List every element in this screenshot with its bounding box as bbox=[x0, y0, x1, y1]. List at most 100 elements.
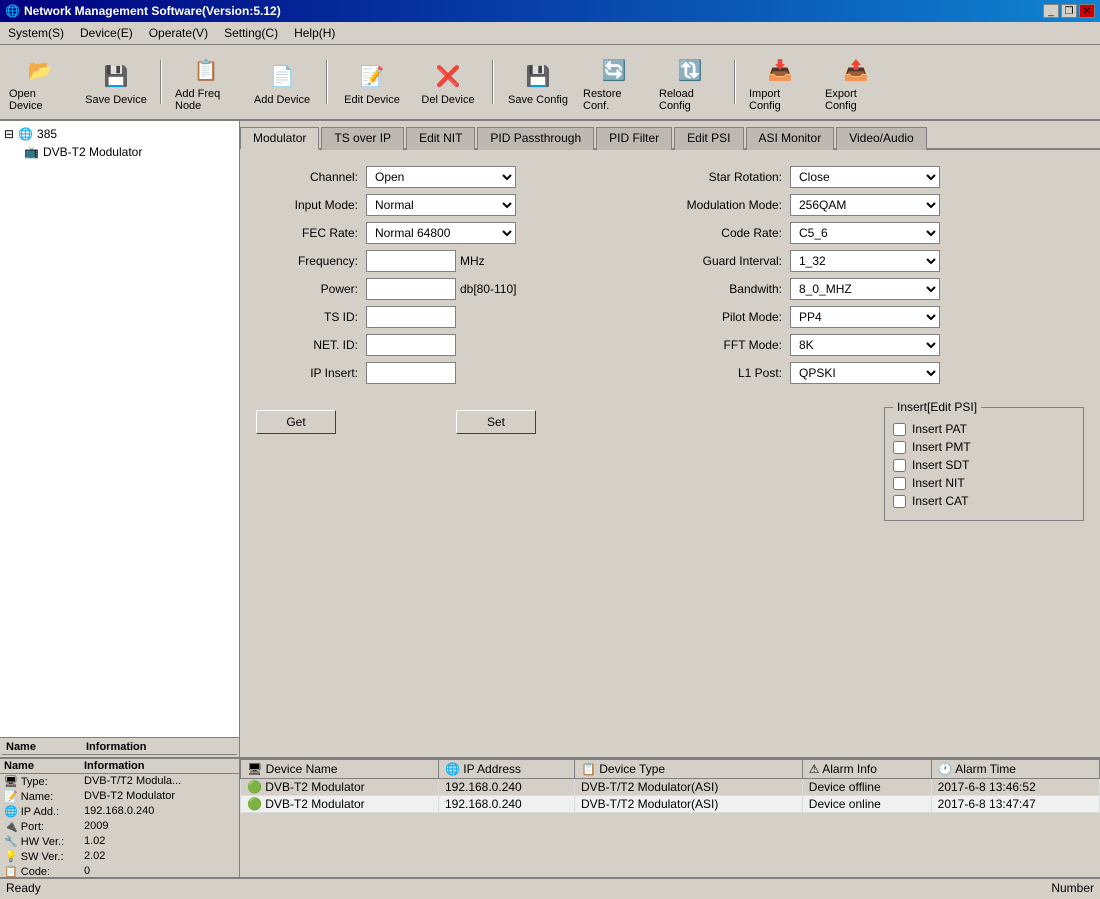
power-label: Power: bbox=[256, 282, 366, 296]
input-mode-select[interactable]: Normal External bbox=[366, 194, 516, 216]
alarm-device-0: 🟢 DVB-T2 Modulator bbox=[241, 779, 439, 796]
window-controls: _ ❐ ✕ bbox=[1043, 4, 1095, 18]
power-input[interactable]: 110.0 bbox=[366, 278, 456, 300]
code-rate-select[interactable]: C1_2 C3_5 C2_3 C3_4 C4_5 C5_6 bbox=[790, 222, 940, 244]
tree-root-label: 385 bbox=[37, 127, 57, 141]
insert-sdt-checkbox[interactable] bbox=[893, 459, 906, 472]
toolbar-separator-6 bbox=[492, 60, 494, 104]
channel-select[interactable]: Open Close bbox=[366, 166, 516, 188]
ip-insert-row: IP Insert: 2010 bbox=[256, 362, 660, 384]
menu-item-operatev[interactable]: Operate(V) bbox=[141, 24, 216, 42]
toolbar-btn-save-config[interactable]: 💾Save Config bbox=[504, 55, 572, 109]
tab-videoaudio[interactable]: Video/Audio bbox=[836, 127, 927, 150]
toolbar-btn-del-device[interactable]: ❌Del Device bbox=[414, 55, 482, 109]
tab-edit-psi[interactable]: Edit PSI bbox=[674, 127, 743, 150]
info-row-6: 📋 Code:0 bbox=[0, 864, 239, 877]
tab-edit-nit[interactable]: Edit NIT bbox=[406, 127, 475, 150]
set-button[interactable]: Set bbox=[456, 410, 536, 434]
toolbar-btn-export-config[interactable]: 📤Export Config bbox=[822, 49, 890, 115]
toolbar-btn-import-config[interactable]: 📥Import Config bbox=[746, 49, 814, 115]
alarm-time-1: 2017-6-8 13:47:47 bbox=[931, 796, 1099, 813]
ts-id-label: TS ID: bbox=[256, 310, 366, 324]
bandwith-select[interactable]: 8_0_MHZ 7_0_MHZ 6_0_MHZ bbox=[790, 278, 940, 300]
main-layout: ⊟ 🌐 385 📺 DVB-T2 Modulator Name Informat… bbox=[0, 121, 1100, 757]
toolbar-btn-reload-config[interactable]: 🔃Reload Config bbox=[656, 49, 724, 115]
toolbar-btn-restore-conf[interactable]: 🔄Restore Conf. bbox=[580, 49, 648, 115]
tree-root[interactable]: ⊟ 🌐 385 bbox=[4, 125, 235, 143]
tab-pid-filter[interactable]: PID Filter bbox=[596, 127, 672, 150]
toolbar-btn-save-device[interactable]: 💾Save Device bbox=[82, 55, 150, 109]
toolbar-btn-add-device[interactable]: 📄Add Device bbox=[248, 55, 316, 109]
net-id-row: NET. ID: 0 bbox=[256, 334, 660, 356]
alarm-ip-0: 192.168.0.240 bbox=[438, 779, 574, 796]
alarm-type-0: DVB-T/T2 Modulator(ASI) bbox=[574, 779, 802, 796]
sidebar: ⊟ 🌐 385 📺 DVB-T2 Modulator Name Informat… bbox=[0, 121, 240, 757]
frequency-input[interactable]: 786.000 bbox=[366, 250, 456, 272]
tab-modulator[interactable]: Modulator bbox=[240, 127, 319, 150]
fft-mode-select[interactable]: 2K4K 8K16K32K bbox=[790, 334, 940, 356]
power-control: 110.0 db[80-110] bbox=[366, 278, 660, 300]
save-config-icon: 💾 bbox=[520, 58, 556, 94]
tree-child-dvbt2[interactable]: 📺 DVB-T2 Modulator bbox=[4, 143, 235, 161]
star-rotation-select[interactable]: Close Open bbox=[790, 166, 940, 188]
toolbar-btn-edit-device[interactable]: 📝Edit Device bbox=[338, 55, 406, 109]
ip-insert-input[interactable]: 2010 bbox=[366, 362, 456, 384]
modulation-mode-select[interactable]: 256QAM 64QAM 16QAM QPSK bbox=[790, 194, 940, 216]
alarm-table: 🖥 Device Name 🌐 IP Address 📋 Device Type… bbox=[240, 759, 1100, 877]
toolbar-btn-open-device[interactable]: 📂Open Device bbox=[6, 49, 74, 115]
star-rotation-row: Star Rotation: Close Open bbox=[680, 166, 1084, 188]
ts-id-input[interactable]: 0 bbox=[366, 306, 456, 328]
tab-ts-over-ip[interactable]: TS over IP bbox=[321, 127, 404, 150]
get-button[interactable]: Get bbox=[256, 410, 336, 434]
power-range: db[80-110] bbox=[460, 282, 517, 296]
restore-button[interactable]: ❐ bbox=[1061, 4, 1077, 18]
info-value-3: 2009 bbox=[84, 820, 108, 833]
menu-item-helph[interactable]: Help(H) bbox=[286, 24, 343, 42]
power-row: Power: 110.0 db[80-110] bbox=[256, 278, 660, 300]
insert-pmt-checkbox[interactable] bbox=[893, 441, 906, 454]
menu-item-systems[interactable]: System(S) bbox=[0, 24, 72, 42]
form-area: Channel: Open Close Input Mode: N bbox=[240, 150, 1100, 757]
alarm-info-0: Device offline bbox=[802, 779, 931, 796]
alarm-device-1: 🟢 DVB-T2 Modulator bbox=[241, 796, 439, 813]
pilot-mode-control: PP1PP2PP3 PP4PP5PP6 PP7PP8 bbox=[790, 306, 1084, 328]
info-rows: 🖥 Type:DVB-T/T2 Modula...📝 Name:DVB-T2 M… bbox=[0, 774, 239, 877]
ip-insert-label: IP Insert: bbox=[256, 366, 366, 380]
menu-item-devicee[interactable]: Device(E) bbox=[72, 24, 141, 42]
channel-row: Channel: Open Close bbox=[256, 166, 660, 188]
close-button[interactable]: ✕ bbox=[1079, 4, 1095, 18]
insert-cat-checkbox[interactable] bbox=[893, 495, 906, 508]
guard-interval-select[interactable]: 1_32 1_16 1_8 1_4 bbox=[790, 250, 940, 272]
edit-device-label: Edit Device bbox=[344, 94, 400, 106]
menu-item-settingc[interactable]: Setting(C) bbox=[216, 24, 286, 42]
alarm-info-1: Device online bbox=[802, 796, 931, 813]
tree-area: ⊟ 🌐 385 📺 DVB-T2 Modulator bbox=[0, 121, 239, 737]
info-label-6: 📋 Code: bbox=[4, 865, 84, 877]
tree-child-label: DVB-T2 Modulator bbox=[43, 145, 142, 159]
title-icon: 🌐 bbox=[5, 4, 20, 18]
fec-rate-select[interactable]: Normal 64800 Short 16200 bbox=[366, 222, 516, 244]
content-area: ModulatorTS over IPEdit NITPID Passthrou… bbox=[240, 121, 1100, 757]
modulation-mode-row: Modulation Mode: 256QAM 64QAM 16QAM QPSK bbox=[680, 194, 1084, 216]
title-bar: 🌐 Network Management Software(Version:5.… bbox=[0, 0, 1100, 22]
insert-pat-label: Insert PAT bbox=[912, 422, 967, 436]
toolbar-btn-add-freq-node[interactable]: 📋Add Freq Node bbox=[172, 49, 240, 115]
info-label-4: 🔧 HW Ver.: bbox=[4, 835, 84, 848]
toolbar-separator-2 bbox=[160, 60, 162, 104]
col-alarm-info: ⚠ Alarm Info bbox=[802, 760, 931, 779]
insert-pat-checkbox[interactable] bbox=[893, 423, 906, 436]
tab-pid-passthrough[interactable]: PID Passthrough bbox=[477, 127, 594, 150]
net-id-input[interactable]: 0 bbox=[366, 334, 456, 356]
pilot-mode-select[interactable]: PP1PP2PP3 PP4PP5PP6 PP7PP8 bbox=[790, 306, 940, 328]
tab-bar: ModulatorTS over IPEdit NITPID Passthrou… bbox=[240, 121, 1100, 150]
open-device-icon: 📂 bbox=[22, 52, 58, 88]
insert-nit-checkbox[interactable] bbox=[893, 477, 906, 490]
restore-conf-label: Restore Conf. bbox=[583, 88, 645, 112]
import-config-icon: 📥 bbox=[762, 52, 798, 88]
l1-post-select[interactable]: QPSKI QPSK16QAM64QAM bbox=[790, 362, 940, 384]
tab-asi-monitor[interactable]: ASI Monitor bbox=[746, 127, 835, 150]
fft-mode-row: FFT Mode: 2K4K 8K16K32K bbox=[680, 334, 1084, 356]
l1-post-row: L1 Post: QPSKI QPSK16QAM64QAM bbox=[680, 362, 1084, 384]
minimize-button[interactable]: _ bbox=[1043, 4, 1059, 18]
insert-psi-group: Insert[Edit PSI] Insert PAT Insert PMT I… bbox=[884, 400, 1084, 521]
